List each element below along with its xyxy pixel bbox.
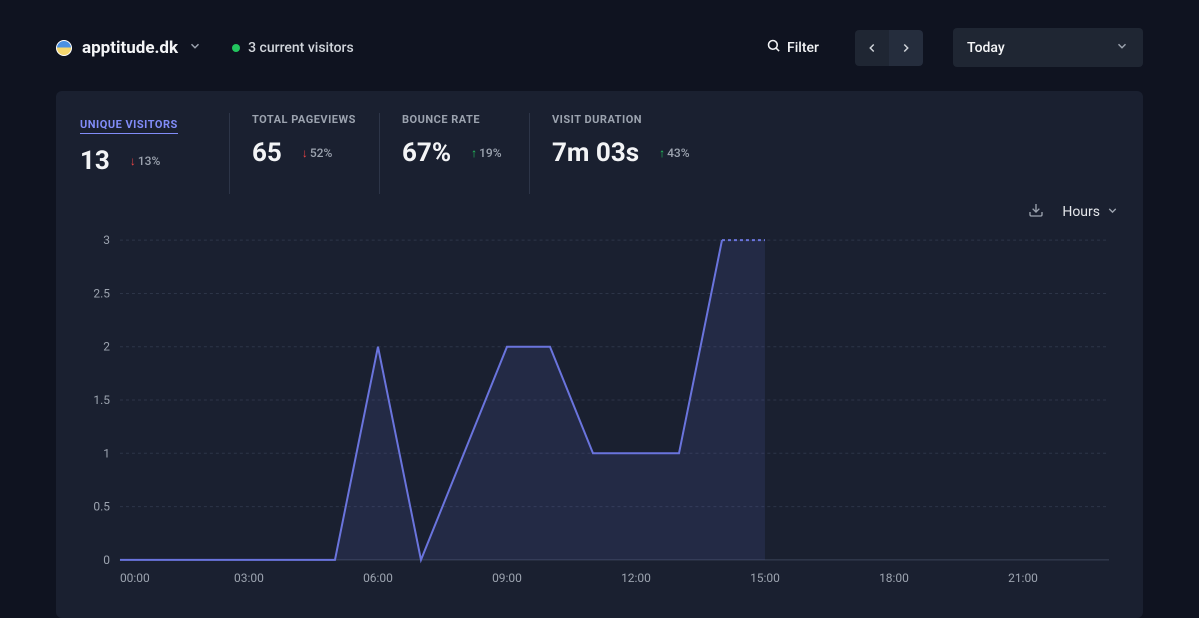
visitors-chart: 0 0.5 1 1.5 2 2.5 3 00:00 03:00 06:00 09:00 12:00 15… bbox=[80, 230, 1119, 590]
site-selector[interactable]: apptitude.dk bbox=[56, 38, 202, 58]
current-visitors[interactable]: 3 current visitors bbox=[232, 40, 354, 56]
svg-text:21:00: 21:00 bbox=[1008, 571, 1038, 585]
chevron-down-icon bbox=[188, 38, 202, 57]
metric-value: 13 bbox=[80, 146, 110, 176]
metric-change: ↑ 19% bbox=[471, 146, 501, 160]
site-name: apptitude.dk bbox=[82, 38, 178, 58]
metric-label: UNIQUE VISITORS bbox=[80, 118, 178, 134]
metric-unique-visitors[interactable]: UNIQUE VISITORS 13 ↓ 13% bbox=[80, 113, 230, 194]
filter-button[interactable]: Filter bbox=[754, 30, 831, 65]
date-range-label: Today bbox=[967, 40, 1005, 56]
metric-value: 7m 03s bbox=[552, 138, 639, 168]
metric-change: ↓ 13% bbox=[130, 154, 160, 168]
svg-text:2.5: 2.5 bbox=[93, 286, 110, 300]
svg-text:0: 0 bbox=[103, 553, 110, 567]
prev-period-button[interactable] bbox=[855, 30, 889, 66]
current-visitors-text: 3 current visitors bbox=[248, 40, 354, 56]
chevron-down-icon bbox=[1106, 204, 1119, 221]
metric-bounce-rate[interactable]: BOUNCE RATE 67% ↑ 19% bbox=[380, 113, 530, 194]
svg-text:3: 3 bbox=[103, 233, 110, 247]
chart-area: 0 0.5 1 1.5 2 2.5 3 00:00 03:00 06:00 09:00 12:00 15… bbox=[56, 226, 1143, 618]
svg-text:00:00: 00:00 bbox=[120, 571, 150, 585]
metric-label: TOTAL PAGEVIEWS bbox=[252, 113, 357, 126]
date-nav bbox=[855, 30, 923, 66]
stats-card: UNIQUE VISITORS13↓ 13%TOTAL PAGEVIEWS65↓… bbox=[56, 91, 1143, 618]
svg-text:03:00: 03:00 bbox=[234, 571, 264, 585]
svg-text:06:00: 06:00 bbox=[363, 571, 393, 585]
svg-text:12:00: 12:00 bbox=[621, 571, 651, 585]
interval-picker[interactable]: Hours bbox=[1062, 204, 1119, 221]
site-favicon bbox=[56, 40, 72, 56]
svg-text:09:00: 09:00 bbox=[492, 571, 522, 585]
svg-text:1.5: 1.5 bbox=[93, 393, 110, 407]
next-period-button[interactable] bbox=[889, 30, 923, 66]
svg-text:1: 1 bbox=[103, 446, 110, 460]
interval-label: Hours bbox=[1062, 204, 1100, 220]
svg-text:15:00: 15:00 bbox=[750, 571, 780, 585]
metric-total-pageviews[interactable]: TOTAL PAGEVIEWS 65 ↓ 52% bbox=[230, 113, 380, 194]
svg-text:18:00: 18:00 bbox=[879, 571, 909, 585]
metric-value: 67% bbox=[402, 138, 451, 168]
search-icon bbox=[766, 38, 781, 57]
download-button[interactable] bbox=[1028, 202, 1044, 222]
filter-label: Filter bbox=[787, 40, 819, 56]
metric-label: VISIT DURATION bbox=[552, 113, 690, 126]
svg-text:2: 2 bbox=[103, 340, 110, 354]
svg-text:0.5: 0.5 bbox=[93, 500, 110, 514]
metric-change: ↓ 52% bbox=[302, 146, 332, 160]
metrics-row: UNIQUE VISITORS 13 ↓ 13% TOTAL PAGEVIEWS 65 ↓… bbox=[56, 91, 1143, 194]
metric-value: 65 bbox=[252, 138, 282, 168]
date-range-picker[interactable]: Today bbox=[953, 28, 1143, 67]
chevron-down-icon bbox=[1115, 38, 1129, 57]
live-dot-icon bbox=[232, 44, 240, 52]
metric-visit-duration[interactable]: VISIT DURATION 7m 03s ↑ 43% bbox=[530, 113, 712, 194]
metric-change: ↑ 43% bbox=[659, 146, 689, 160]
metric-label: BOUNCE RATE bbox=[402, 113, 507, 126]
